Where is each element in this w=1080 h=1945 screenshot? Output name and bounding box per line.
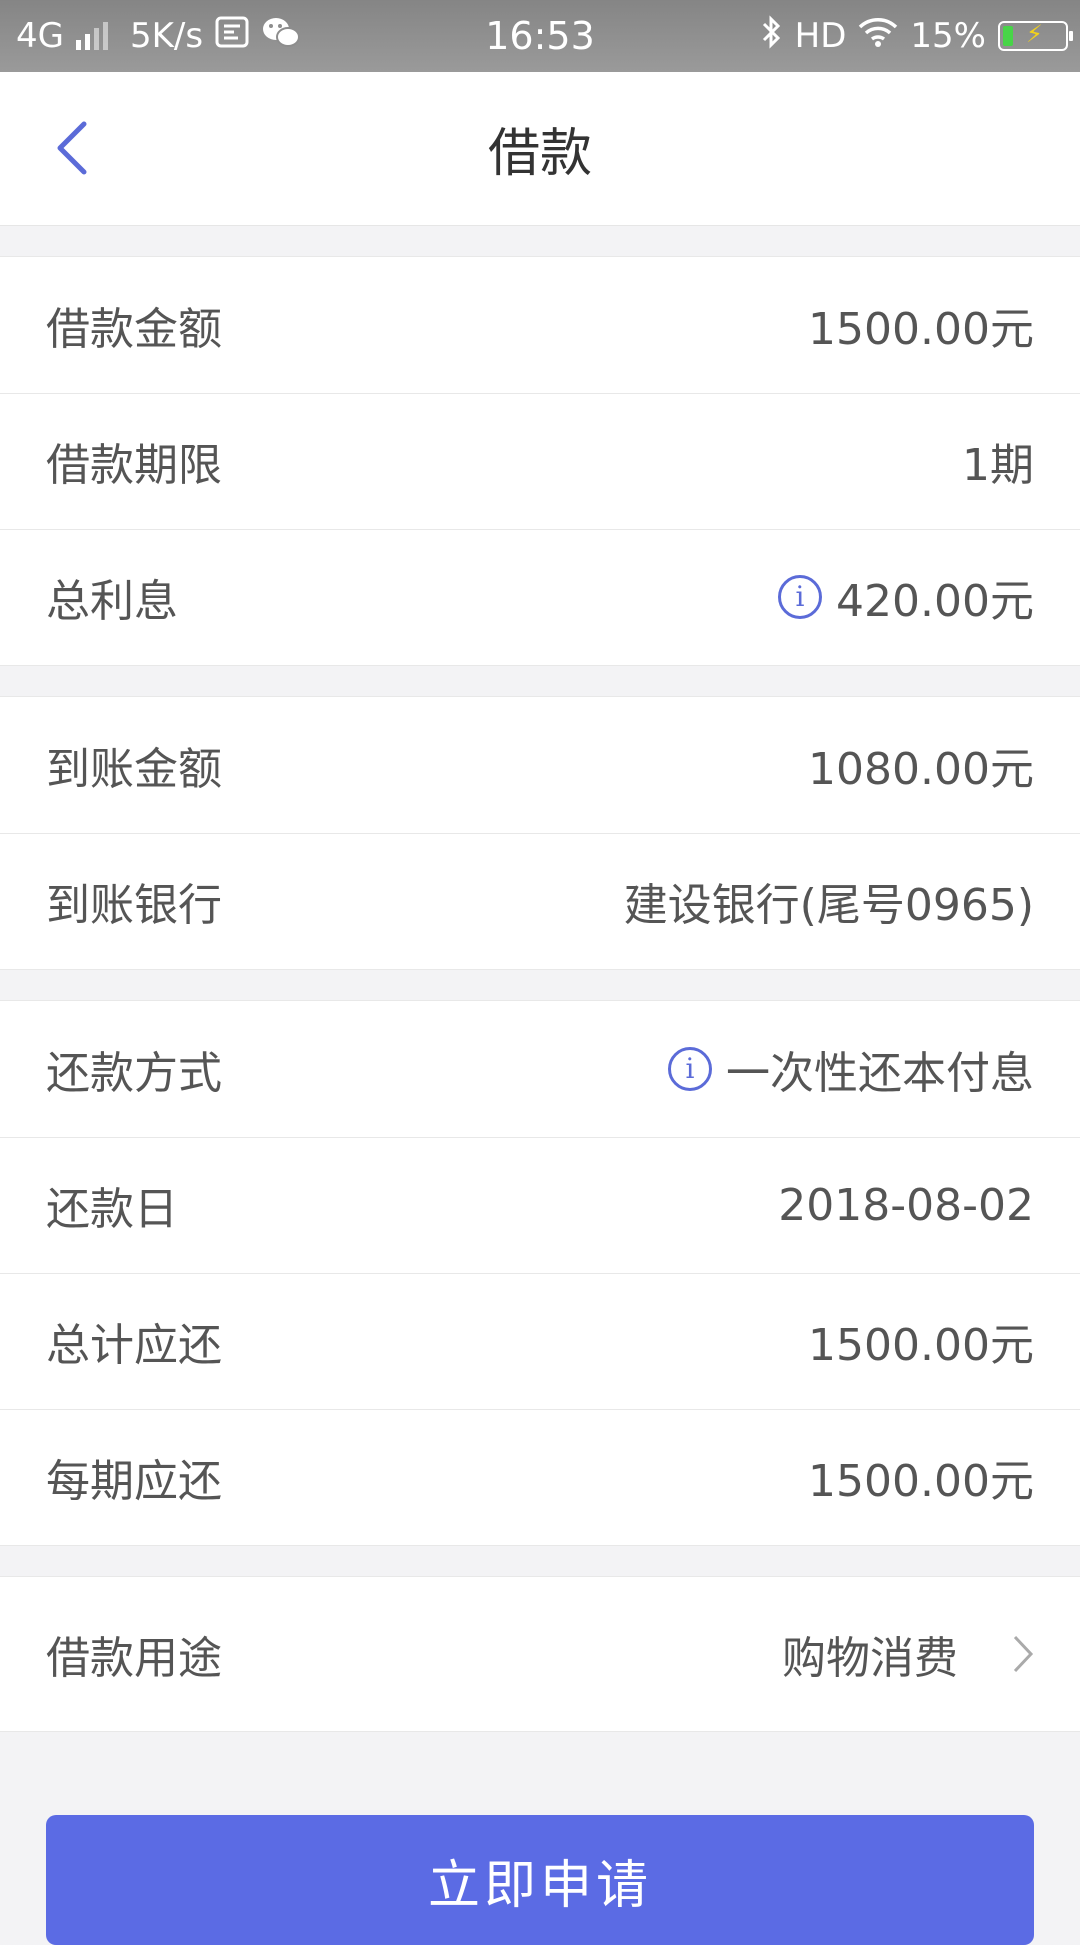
loan-term-row: 借款期限 1期 [0, 393, 1080, 529]
received-bank-value: 建设银行(尾号0965) [623, 880, 1034, 931]
purpose-group: 借款用途 购物消费 [0, 1576, 1080, 1732]
repay-date-value: 2018-08-02 [778, 1179, 1034, 1231]
total-repay-value: 1500.00元 [808, 1320, 1034, 1371]
total-interest-value-wrap: i 420.00元 [778, 565, 1034, 629]
account-info-group: 到账金额 1080.00元 到账银行 建设银行(尾号0965) [0, 696, 1080, 970]
loan-term-value: 1期 [962, 440, 1034, 491]
back-button[interactable] [36, 112, 108, 184]
per-period-repay-value: 1500.00元 [808, 1456, 1034, 1507]
repayment-info-group: 还款方式 i 一次性还本付息 还款日 2018-08-02 总计应还 1500.… [0, 1000, 1080, 1546]
repay-method-value-wrap: i 一次性还本付息 [668, 1037, 1034, 1101]
battery-percent: 15% [910, 16, 986, 56]
received-amount-value: 1080.00元 [808, 744, 1034, 795]
repay-date-row: 还款日 2018-08-02 [0, 1137, 1080, 1273]
total-repay-row: 总计应还 1500.00元 [0, 1273, 1080, 1409]
chevron-left-icon [57, 121, 87, 175]
wifi-icon [858, 16, 898, 56]
loan-amount-label: 借款金额 [46, 304, 222, 355]
loan-term-label: 借款期限 [46, 440, 222, 491]
repay-date-label: 还款日 [46, 1184, 178, 1235]
total-repay-label: 总计应还 [46, 1320, 222, 1371]
page-title: 借款 [487, 124, 592, 184]
status-right: HD 15% ⚡ [761, 0, 1073, 72]
per-period-repay-row: 每期应还 1500.00元 [0, 1409, 1080, 1545]
status-bar: 4G 5K/s 16:53 HD 15% ⚡ [0, 0, 1080, 72]
repay-method-row: 还款方式 i 一次性还本付息 [0, 1001, 1080, 1137]
received-bank-row: 到账银行 建设银行(尾号0965) [0, 833, 1080, 969]
bluetooth-icon [761, 14, 783, 59]
per-period-repay-label: 每期应还 [46, 1456, 222, 1507]
loan-purpose-label: 借款用途 [46, 1633, 222, 1684]
repay-method-value: 一次性还本付息 [726, 1048, 1034, 1099]
received-bank-label: 到账银行 [46, 880, 222, 931]
received-amount-row: 到账金额 1080.00元 [0, 697, 1080, 833]
info-icon[interactable]: i [778, 575, 823, 619]
loan-purpose-value: 购物消费 [782, 1633, 958, 1684]
apply-button[interactable]: 立即申请 [46, 1815, 1034, 1945]
nav-bar: 借款 [0, 72, 1080, 226]
total-interest-label: 总利息 [46, 576, 178, 627]
hd-indicator: HD [794, 16, 847, 56]
total-interest-row: 总利息 i 420.00元 [0, 529, 1080, 665]
chevron-right-icon [1013, 1635, 1034, 1673]
received-amount-label: 到账金额 [46, 744, 222, 795]
total-interest-value: 420.00元 [836, 576, 1034, 627]
loan-amount-row: 借款金额 1500.00元 [0, 257, 1080, 393]
loan-amount-value: 1500.00元 [808, 304, 1034, 355]
apply-button-wrap: 立即申请 [46, 1815, 1034, 1945]
loan-purpose-row[interactable]: 借款用途 购物消费 [0, 1577, 1080, 1731]
loan-purpose-value-wrap: 购物消费 [782, 1622, 1034, 1686]
repay-method-label: 还款方式 [46, 1048, 222, 1099]
info-icon[interactable]: i [668, 1047, 712, 1091]
battery-icon: ⚡ [998, 20, 1073, 51]
loan-info-group: 借款金额 1500.00元 借款期限 1期 总利息 i 420.00元 [0, 256, 1080, 666]
